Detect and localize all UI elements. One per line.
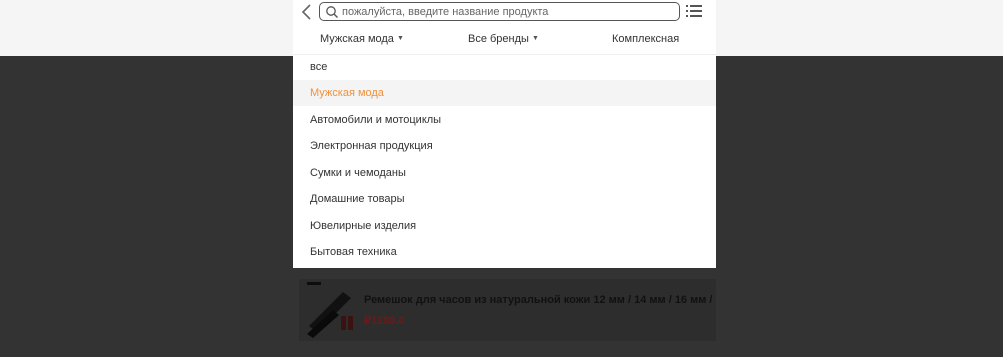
search-icon <box>326 6 338 18</box>
menu-item-all[interactable]: все <box>293 54 716 80</box>
menu-item-home-goods[interactable]: Домашние товары <box>293 186 716 212</box>
menu-item-auto-moto[interactable]: Автомобили и мотоциклы <box>293 107 716 133</box>
caret-down-icon: ▼ <box>396 35 404 42</box>
product-card[interactable] <box>299 279 716 341</box>
search-box[interactable] <box>319 2 680 21</box>
product-title[interactable]: Ремешок для часов из натуральной кожи 12… <box>364 294 713 306</box>
product-price: ₽1288.0 <box>364 315 405 327</box>
filter-brands-label: Все бренды <box>468 33 529 45</box>
product-image <box>305 282 359 338</box>
back-arrow-icon[interactable] <box>300 2 314 22</box>
menu-item-electronics[interactable]: Электронная продукция <box>293 133 716 159</box>
list-view-icon[interactable] <box>686 4 702 18</box>
menu-item-appliances[interactable]: Бытовая техника <box>293 239 716 265</box>
filter-bar: Мужская мода ▼ Все бренды ▼ Комплексная <box>293 26 716 55</box>
menu-item-jewelry[interactable]: Ювелирные изделия <box>293 213 716 239</box>
menu-item-mens-fashion[interactable]: Мужская мода <box>293 80 716 106</box>
filter-sort[interactable]: Комплексная <box>612 33 679 45</box>
filter-category-label: Мужская мода <box>320 33 394 45</box>
filter-sort-label: Комплексная <box>612 33 680 45</box>
caret-down-icon: ▼ <box>531 35 539 42</box>
filter-brands[interactable]: Все бренды ▼ <box>468 33 539 45</box>
search-input[interactable] <box>342 4 672 19</box>
filter-category[interactable]: Мужская мода ▼ <box>320 33 404 45</box>
menu-item-bags[interactable]: Сумки и чемоданы <box>293 160 716 186</box>
